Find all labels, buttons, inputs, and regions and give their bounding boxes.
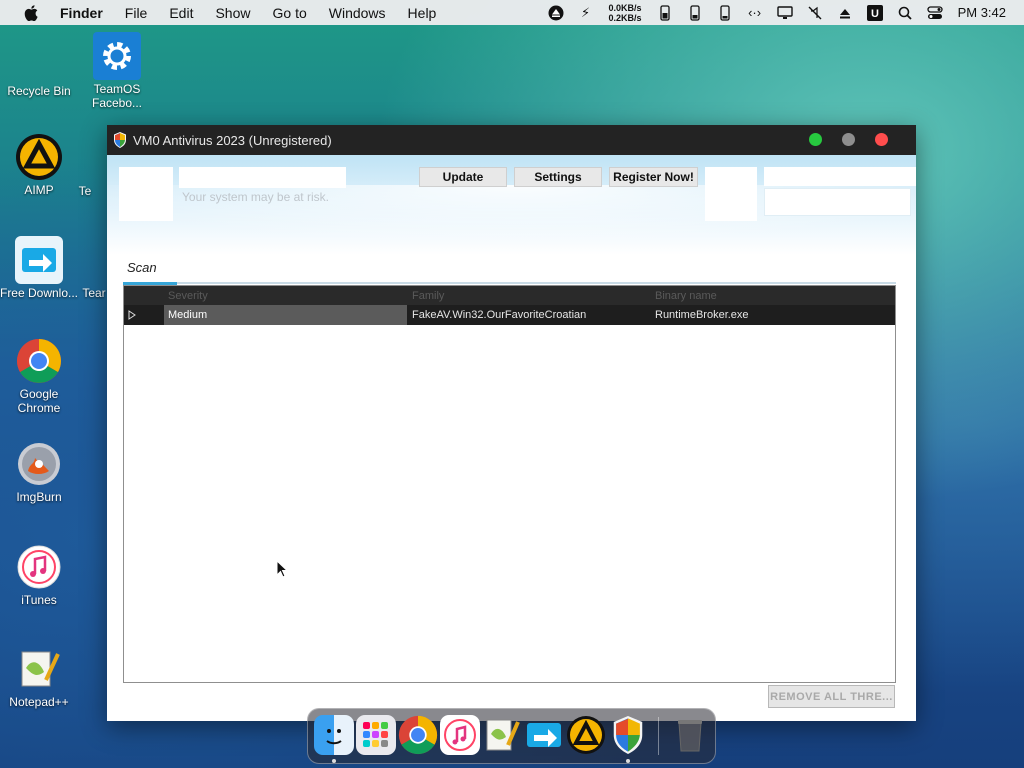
column-severity[interactable]: Severity (164, 286, 408, 305)
net-down: 0.2KB/s (608, 12, 642, 23)
network-speed[interactable]: 0.0KB/s 0.2KB/s (609, 3, 642, 23)
dock-trash-icon[interactable] (670, 715, 710, 755)
expand-row-icon[interactable] (124, 305, 164, 325)
bolt-icon[interactable]: ⚡︎ (578, 5, 594, 21)
grid-header: Severity Family Binary name (124, 286, 895, 305)
desktop-icon-label: Free Downlo... (0, 286, 79, 300)
menu-windows[interactable]: Windows (329, 5, 386, 21)
cell-family[interactable]: FakeAV.Win32.OurFavoriteCroatian (408, 305, 651, 325)
desktop-itunes[interactable]: iTunes (0, 543, 79, 607)
device-icon[interactable] (717, 4, 733, 21)
status-image-box (119, 167, 173, 221)
recycle-bin-icon (15, 34, 63, 82)
desktop-te[interactable]: Te (60, 184, 110, 198)
eject-circle-icon[interactable] (548, 5, 564, 21)
tab-divider (123, 282, 896, 284)
register-now-button[interactable]: Register Now! (609, 167, 698, 187)
dock (307, 708, 716, 764)
menu-bar: Finder File Edit Show Go to Windows Help… (0, 0, 1024, 25)
desktop-icon-label: Google Chrome (17, 387, 61, 415)
u-app-icon[interactable]: U (866, 4, 883, 21)
dock-separator (658, 717, 659, 755)
mute-icon[interactable] (807, 5, 823, 21)
desktop-icon-label: Te (78, 184, 92, 198)
battery-icon[interactable] (657, 4, 673, 21)
desktop-teamos[interactable]: TeamOS Facebo... (77, 32, 157, 110)
mouse-cursor-icon (276, 559, 289, 583)
header-banner: Your system may be at risk. Update Setti… (107, 155, 916, 255)
window-title: VM0 Antivirus 2023 (Unregistered) (133, 132, 332, 148)
update-button[interactable]: Update (419, 167, 507, 187)
desktop-icon-label: iTunes (21, 593, 57, 607)
window-titlebar[interactable]: VM0 Antivirus 2023 (Unregistered) (107, 125, 916, 155)
cell-binary-name[interactable]: RuntimeBroker.exe (651, 305, 895, 325)
table-row[interactable]: Medium FakeAV.Win32.OurFavoriteCroatian … (124, 305, 895, 325)
menu-show[interactable]: Show (215, 5, 250, 21)
disc-flame-icon (15, 440, 63, 488)
desktop-icon-label: TeamOS Facebo... (91, 82, 143, 110)
desktop-google-chrome[interactable]: Google Chrome (0, 337, 79, 415)
status-text: Your system may be at risk. (182, 190, 329, 204)
apple-menu-icon[interactable] (20, 0, 42, 25)
gear-icon (93, 32, 141, 80)
code-arrows-icon[interactable]: ‹·› (747, 5, 763, 21)
maximize-button[interactable] (809, 133, 822, 146)
remove-all-threats-button[interactable]: REMOVE ALL THRE... (768, 685, 895, 708)
dock-running-indicator (626, 759, 630, 763)
music-note-icon (15, 543, 63, 591)
column-family[interactable]: Family (408, 286, 651, 305)
search-icon[interactable] (897, 5, 913, 21)
aimp-icon (15, 133, 63, 181)
desktop-recycle-bin[interactable]: Recycle Bin (0, 34, 79, 98)
tab-scan[interactable]: Scan (127, 260, 157, 275)
dock-chrome-icon[interactable] (398, 715, 438, 755)
desktop-icon-label: Recycle Bin (7, 84, 71, 98)
menu-finder[interactable]: Finder (60, 5, 103, 21)
desktop-icon-label: ImgBurn (16, 490, 62, 504)
close-button[interactable] (875, 133, 888, 146)
desktop-free-download[interactable]: Free Downlo... (0, 236, 79, 300)
phone-icon[interactable] (687, 4, 703, 21)
status-title-box (179, 167, 346, 188)
desktop-icon-label: Notepad++ (9, 695, 69, 709)
menu-file[interactable]: File (125, 5, 148, 21)
desktop-notepadpp[interactable]: Notepad++ (0, 645, 79, 709)
dock-antivirus-shield-icon[interactable] (608, 715, 648, 755)
dock-download-icon[interactable] (524, 715, 564, 755)
net-up: 0.0KB/s (608, 2, 642, 13)
logo-box (705, 167, 757, 221)
column-binary-name[interactable]: Binary name (651, 286, 895, 305)
window-controls (789, 133, 888, 146)
menu-go-to[interactable]: Go to (273, 5, 307, 21)
menu-edit[interactable]: Edit (169, 5, 193, 21)
dock-running-indicator (332, 759, 336, 763)
dock-itunes-icon[interactable] (440, 715, 480, 755)
dock-aimp-icon[interactable] (566, 715, 606, 755)
control-center-icon[interactable] (926, 5, 943, 21)
cell-severity[interactable]: Medium (164, 305, 407, 325)
dock-notepadpp-icon[interactable] (482, 715, 522, 755)
download-arrow-icon (15, 236, 63, 284)
menu-help[interactable]: Help (408, 5, 437, 21)
desktop-imgburn[interactable]: ImgBurn (0, 440, 79, 504)
info-box-top (764, 167, 916, 186)
svg-text:U: U (871, 8, 879, 20)
menu-clock[interactable]: PM 3:42 (958, 5, 1006, 20)
threat-grid: Severity Family Binary name Medium FakeA… (123, 285, 896, 683)
info-box-bottom (764, 188, 911, 216)
minimize-button[interactable] (842, 133, 855, 146)
antivirus-window: VM0 Antivirus 2023 (Unregistered) Your s… (107, 125, 916, 721)
notepad-icon (15, 645, 63, 693)
display-icon[interactable] (776, 5, 793, 21)
dock-launchpad-icon[interactable] (356, 715, 396, 755)
dock-finder-icon[interactable] (314, 715, 354, 755)
settings-button[interactable]: Settings (514, 167, 602, 187)
chrome-icon (15, 337, 63, 385)
airplay-icon[interactable] (837, 5, 853, 21)
shield-icon (113, 132, 127, 148)
